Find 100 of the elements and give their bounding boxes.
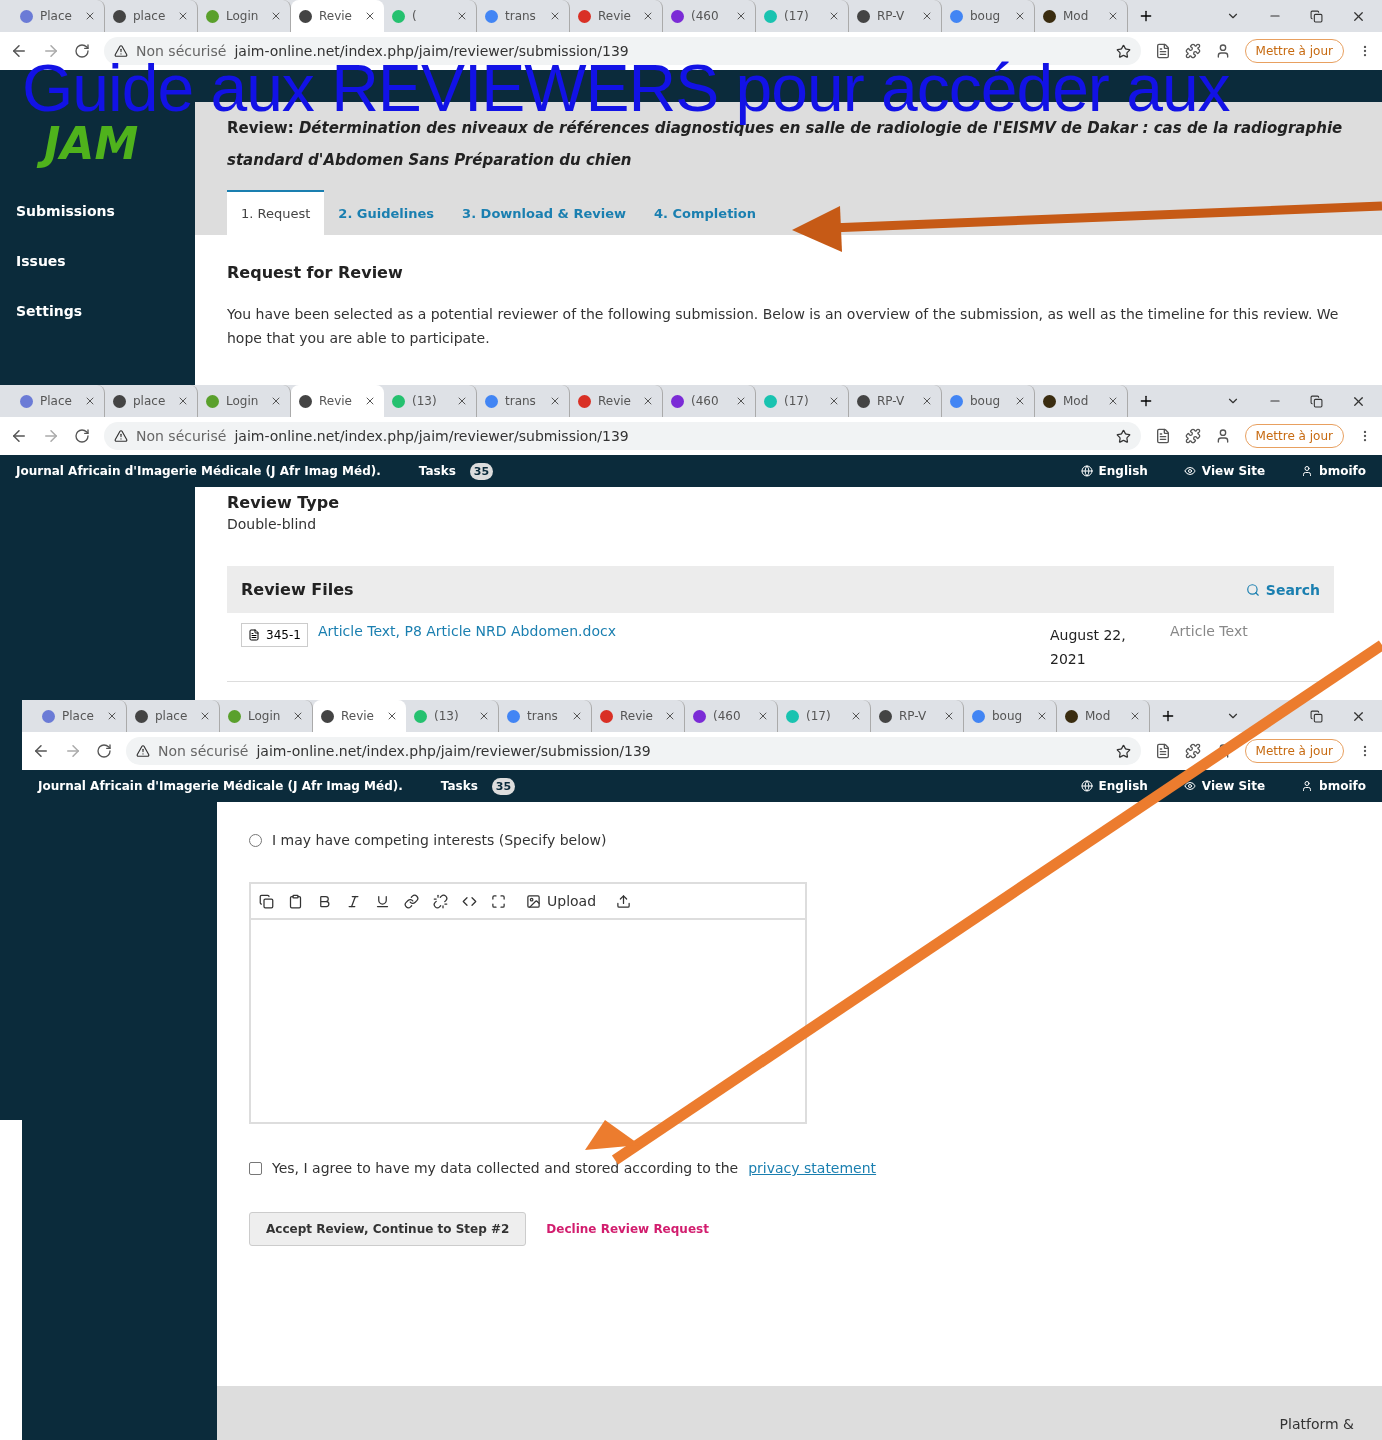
extensions-icon[interactable]: [1184, 743, 1201, 759]
sidebar-item[interactable]: Issues: [16, 253, 179, 269]
close-icon[interactable]: [642, 395, 654, 407]
update-button[interactable]: Mettre à jour: [1244, 739, 1344, 763]
sidebar-item[interactable]: Settings: [16, 303, 179, 319]
new-tab-icon[interactable]: [1160, 708, 1176, 724]
close-icon[interactable]: [364, 10, 376, 22]
privacy-link[interactable]: privacy statement: [748, 1160, 877, 1176]
bold-icon[interactable]: [317, 893, 332, 909]
tasks-label[interactable]: Tasks: [440, 779, 478, 793]
restore-icon[interactable]: [1310, 394, 1323, 408]
close-icon[interactable]: [270, 10, 282, 22]
step-tab[interactable]: 1. Request: [227, 190, 325, 235]
close-icon[interactable]: [270, 395, 282, 407]
close-icon[interactable]: [664, 710, 676, 722]
paste-icon[interactable]: [288, 893, 303, 909]
close-icon[interactable]: [921, 10, 933, 22]
close-icon[interactable]: [456, 395, 468, 407]
close-icon[interactable]: [735, 395, 747, 407]
close-icon[interactable]: [84, 10, 96, 22]
document-icon[interactable]: [1154, 743, 1171, 759]
language-link[interactable]: English: [1080, 464, 1148, 478]
close-icon[interactable]: [757, 710, 769, 722]
document-icon[interactable]: [1154, 428, 1171, 444]
sidebar-item[interactable]: Submissions: [16, 203, 179, 219]
close-icon[interactable]: [1107, 395, 1119, 407]
close-icon[interactable]: [850, 710, 862, 722]
tasks-label[interactable]: Tasks: [418, 464, 456, 478]
close-icon[interactable]: [735, 10, 747, 22]
browser-tab[interactable]: Revie: [313, 700, 406, 732]
underline-icon[interactable]: [375, 893, 390, 909]
address-bar[interactable]: Non sécurisé jaim-online.net/index.php/jaim/reviewer/submission/139: [126, 737, 1141, 765]
close-icon[interactable]: [292, 710, 304, 722]
back-icon[interactable]: [10, 42, 28, 60]
view-site-link[interactable]: View Site: [1183, 464, 1266, 478]
link-icon[interactable]: [404, 893, 419, 909]
close-icon[interactable]: [84, 395, 96, 407]
reload-icon[interactable]: [74, 428, 90, 444]
close-icon[interactable]: [1014, 10, 1026, 22]
close-icon[interactable]: [549, 395, 561, 407]
reload-icon[interactable]: [96, 743, 112, 759]
step-tab[interactable]: 3. Download & Review: [448, 190, 641, 235]
browser-tab[interactable]: Revie: [291, 385, 384, 417]
close-icon[interactable]: [386, 710, 398, 722]
bookmark-icon[interactable]: [1115, 428, 1131, 444]
restore-icon[interactable]: [1310, 9, 1323, 23]
accept-button[interactable]: Accept Review, Continue to Step #2: [249, 1212, 527, 1246]
close-icon[interactable]: [478, 710, 490, 722]
competing-interests-option[interactable]: I may have competing interests (Specify below): [249, 832, 1350, 848]
user-link[interactable]: bmoifo: [1301, 779, 1366, 793]
close-icon[interactable]: [549, 10, 561, 22]
close-icon[interactable]: [1014, 395, 1026, 407]
address-bar[interactable]: Non sécurisé jaim-online.net/index.php/jaim/reviewer/submission/139: [104, 422, 1141, 450]
close-icon[interactable]: [1107, 10, 1119, 22]
unlink-icon[interactable]: [433, 893, 448, 909]
file-link[interactable]: Article Text, P8 Article NRD Abdomen.docx: [317, 623, 1040, 671]
update-button[interactable]: Mettre à jour: [1244, 424, 1344, 448]
text-editor[interactable]: Upload: [249, 882, 807, 1124]
step-tab[interactable]: 2. Guidelines: [324, 190, 449, 235]
update-button[interactable]: Mettre à jour: [1244, 39, 1344, 63]
close-icon[interactable]: [1129, 710, 1141, 722]
new-tab-icon[interactable]: [1138, 393, 1154, 409]
close-icon[interactable]: [364, 395, 376, 407]
security-label: Non sécurisé: [158, 743, 249, 759]
new-tab-icon[interactable]: [1138, 8, 1154, 24]
reload-icon[interactable]: [74, 43, 90, 59]
section-heading: Request for Review: [227, 263, 404, 282]
close-icon[interactable]: [177, 395, 189, 407]
italic-icon[interactable]: [346, 893, 361, 909]
upload-icon[interactable]: [616, 893, 632, 909]
close-icon[interactable]: [199, 710, 211, 722]
user-link[interactable]: bmoifo: [1301, 464, 1366, 478]
close-icon[interactable]: [177, 10, 189, 22]
language-link[interactable]: English: [1080, 779, 1148, 793]
close-icon[interactable]: [828, 395, 840, 407]
close-icon[interactable]: [642, 10, 654, 22]
close-icon[interactable]: [106, 710, 118, 722]
search-link[interactable]: Search: [1245, 581, 1320, 598]
decline-link[interactable]: Decline Review Request: [546, 1222, 709, 1236]
step-tab[interactable]: 4. Completion: [640, 190, 770, 235]
close-icon[interactable]: [921, 395, 933, 407]
browser-tab[interactable]: Revie: [291, 0, 384, 32]
bookmark-icon[interactable]: [1115, 743, 1131, 759]
back-icon[interactable]: [32, 742, 50, 760]
extensions-icon[interactable]: [1184, 428, 1201, 444]
consent-checkbox[interactable]: [249, 1161, 262, 1175]
upload-button[interactable]: Upload: [520, 892, 603, 910]
close-icon[interactable]: [456, 10, 468, 22]
fullscreen-icon[interactable]: [491, 893, 506, 909]
intro-paragraph: You have been selected as a potential reviewer of the following submission. Below is an overview of the submission, as well as the timeline for this review. We hope that you are able to participate.: [227, 305, 1340, 348]
task-count: 35: [491, 777, 516, 795]
restore-icon[interactable]: [1310, 709, 1323, 723]
view-site-link[interactable]: View Site: [1183, 779, 1266, 793]
close-icon[interactable]: [1036, 710, 1048, 722]
close-icon[interactable]: [943, 710, 955, 722]
file-type: Article Text: [1169, 623, 1249, 641]
back-icon[interactable]: [10, 427, 28, 445]
close-icon[interactable]: [571, 710, 583, 722]
close-icon[interactable]: [828, 10, 840, 22]
copy-icon[interactable]: [259, 893, 274, 909]
